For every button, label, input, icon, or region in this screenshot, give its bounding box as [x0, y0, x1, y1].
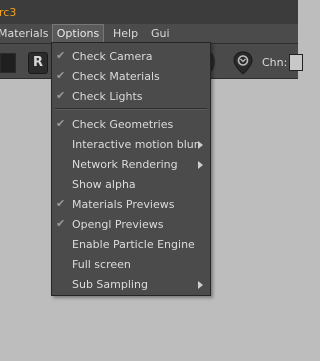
- menu-item-check-geometries[interactable]: ✔ Check Geometries: [52, 115, 210, 135]
- menu-bar: Materials Options Help Gui: [0, 24, 298, 44]
- menu-item-label: Opengl Previews: [72, 218, 164, 231]
- menu-item-label: Show alpha: [72, 178, 136, 191]
- submenu-arrow-icon: [198, 281, 203, 289]
- menu-item-label: Materials Previews: [72, 198, 175, 211]
- menu-item-label: Full screen: [72, 258, 131, 271]
- menu-item-show-alpha[interactable]: Show alpha: [52, 175, 210, 195]
- menu-item-label: Check Materials: [72, 70, 160, 83]
- menu-help[interactable]: Help: [113, 27, 138, 40]
- menu-item-interactive-motion-blur[interactable]: Interactive motion blur: [52, 135, 210, 155]
- checkmark-icon: ✔: [56, 117, 66, 130]
- menu-item-label: Interactive motion blur: [72, 138, 199, 151]
- location-pin-icon[interactable]: [232, 51, 254, 75]
- options-dropdown-menu: ✔ Check Camera ✔ Check Materials ✔ Check…: [51, 42, 211, 296]
- submenu-arrow-icon: [198, 161, 203, 169]
- checkmark-icon: ✔: [56, 49, 66, 62]
- menu-item-label: Network Rendering: [72, 158, 178, 171]
- render-r-button[interactable]: R: [28, 52, 48, 74]
- menu-item-materials-previews[interactable]: ✔ Materials Previews: [52, 195, 210, 215]
- menu-item-label: Check Camera: [72, 50, 153, 63]
- menu-item-label: Enable Particle Engine: [72, 238, 195, 251]
- menu-item-sub-sampling[interactable]: Sub Sampling: [52, 275, 210, 295]
- title-bar: rc3: [0, 0, 298, 24]
- menu-item-label: Check Geometries: [72, 118, 174, 131]
- checkmark-icon: ✔: [56, 69, 66, 82]
- chn-input[interactable]: [289, 54, 303, 71]
- menu-item-check-materials[interactable]: ✔ Check Materials: [52, 67, 210, 87]
- checkmark-icon: ✔: [56, 217, 66, 230]
- menu-gui[interactable]: Gui: [151, 27, 170, 40]
- menu-item-full-screen[interactable]: Full screen: [52, 255, 210, 275]
- menu-item-label: Check Lights: [72, 90, 143, 103]
- menu-item-opengl-previews[interactable]: ✔ Opengl Previews: [52, 215, 210, 235]
- checkmark-icon: ✔: [56, 197, 66, 210]
- checkmark-icon: ✔: [56, 89, 66, 102]
- chn-label: Chn:: [262, 56, 288, 69]
- menu-item-check-lights[interactable]: ✔ Check Lights: [52, 87, 210, 107]
- submenu-arrow-icon: [198, 141, 203, 149]
- menu-item-network-rendering[interactable]: Network Rendering: [52, 155, 210, 175]
- menu-separator: [55, 108, 207, 110]
- toolbar-dark-button[interactable]: [0, 53, 16, 73]
- menu-options[interactable]: Options: [52, 24, 104, 43]
- menu-item-check-camera[interactable]: ✔ Check Camera: [52, 47, 210, 67]
- menu-materials[interactable]: Materials: [0, 27, 48, 40]
- menu-item-enable-particle-engine[interactable]: Enable Particle Engine: [52, 235, 210, 255]
- app-title: rc3: [0, 6, 17, 19]
- menu-item-label: Sub Sampling: [72, 278, 148, 291]
